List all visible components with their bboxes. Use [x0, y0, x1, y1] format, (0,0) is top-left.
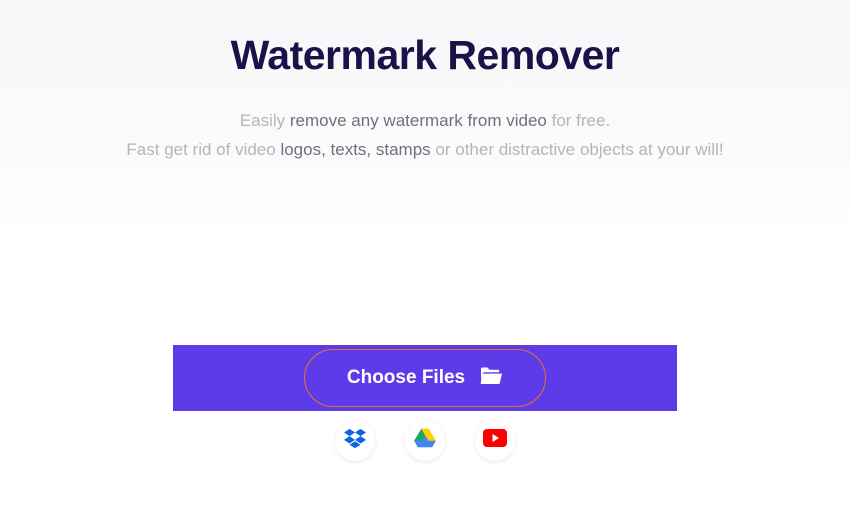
subtitle-2-post: or other distractive objects at your wil… — [431, 140, 724, 159]
upload-area: Choose Files — [0, 345, 850, 461]
folder-icon — [479, 364, 503, 392]
subtitle-1-post: for free. — [547, 111, 610, 130]
dropbox-button[interactable] — [335, 421, 375, 461]
dropbox-icon — [344, 427, 366, 454]
page-title: Watermark Remover — [0, 32, 850, 79]
subtitle-line-1: Easily remove any watermark from video f… — [0, 107, 850, 136]
youtube-icon — [483, 429, 507, 452]
subtitle-1-bold: remove any watermark from video — [290, 111, 547, 130]
source-row — [335, 421, 515, 461]
google-drive-icon — [414, 428, 436, 453]
subtitle-1-pre: Easily — [240, 111, 290, 130]
choose-files-button[interactable]: Choose Files — [304, 349, 546, 407]
google-drive-button[interactable] — [405, 421, 445, 461]
choose-files-label: Choose Files — [347, 367, 465, 389]
youtube-button[interactable] — [475, 421, 515, 461]
subtitle-2-bold: logos, texts, stamps — [280, 140, 430, 159]
hero-section: Watermark Remover Easily remove any wate… — [0, 0, 850, 225]
subtitle-2-pre: Fast get rid of video — [126, 140, 280, 159]
upload-bar[interactable]: Choose Files — [173, 345, 677, 411]
subtitle-line-2: Fast get rid of video logos, texts, stam… — [0, 136, 850, 165]
